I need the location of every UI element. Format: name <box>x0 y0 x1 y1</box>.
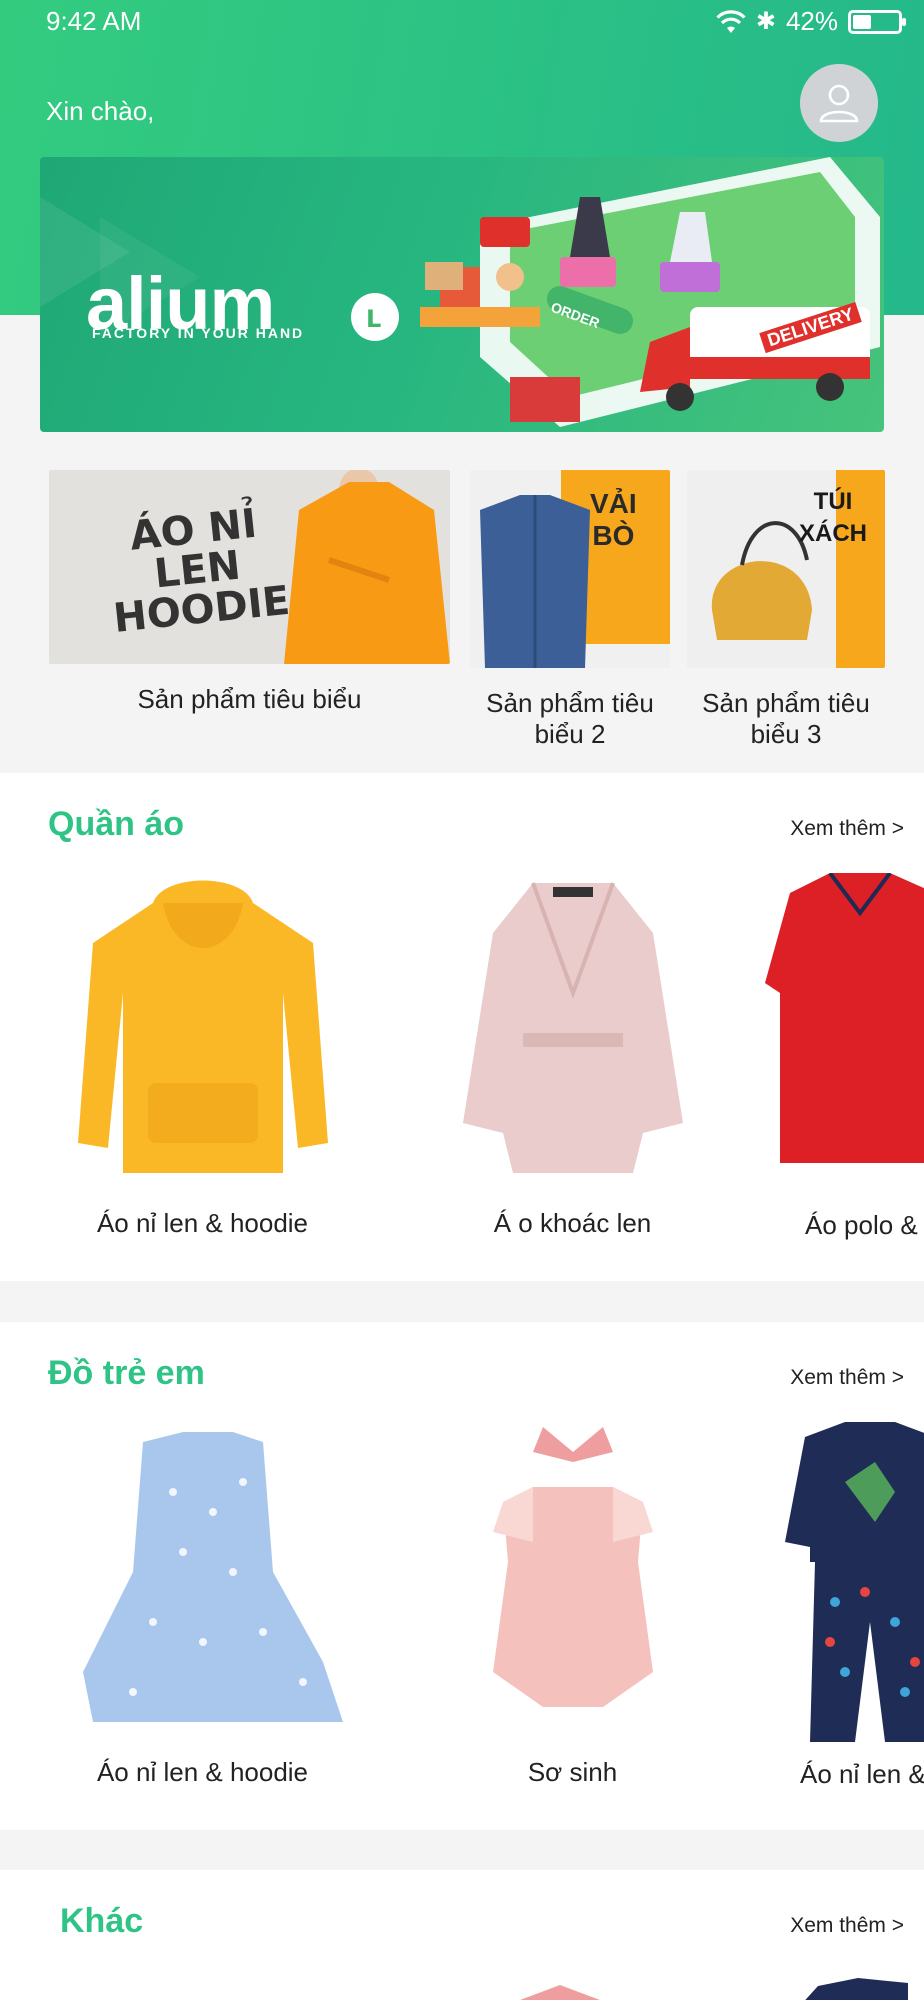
featured-title: Sản phẩm tiêu biểu 3 <box>702 688 870 749</box>
battery-icon <box>848 9 906 34</box>
see-more-link[interactable]: Xem thêm > <box>790 817 904 841</box>
kids-pajama-image <box>785 1422 924 1742</box>
featured-image-text: ÁO NỈ LEN HOODIE <box>103 501 292 642</box>
featured-card-3[interactable]: TÚI XÁCH Sản phẩm tiêu biểu 3 <box>687 470 885 750</box>
image-text-line: BÒ <box>592 520 635 551</box>
image-text-line: TÚI <box>813 488 853 515</box>
coat-image <box>462 882 683 1173</box>
featured-image-hoodie: ÁO NỈ LEN HOODIE <box>49 470 450 664</box>
wifi-icon <box>716 9 746 33</box>
product-label: Á o khoác len <box>493 1208 652 1238</box>
product-card[interactable]: Áo polo & <box>760 871 924 1273</box>
featured-image-denim: VẢI BÒ <box>470 470 670 668</box>
see-more-link[interactable]: Xem thêm > <box>790 1914 904 1938</box>
featured-image-text: VẢI BÒ <box>590 488 637 552</box>
promo-banner[interactable]: L alium FACTORY IN YOUR HAND ORDER DELIV… <box>40 157 884 432</box>
user-avatar-button[interactable] <box>800 64 878 142</box>
headband-image <box>520 1985 600 2000</box>
featured-title: Sản phẩm tiêu biểu 2 <box>486 688 654 749</box>
product-label: Áo nỉ len & <box>800 1759 924 1789</box>
denim-jacket-image <box>480 470 670 668</box>
featured-title: Sản phẩm tiêu biểu <box>137 684 362 714</box>
see-more-link[interactable]: Xem thêm > <box>790 1366 904 1390</box>
product-card[interactable]: Áo nỉ len & <box>770 1422 924 1822</box>
product-label: Áo nỉ len & hoodie <box>96 1208 309 1238</box>
featured-card-2[interactable]: VẢI BÒ Sản phẩm tiêu biểu 2 <box>470 470 670 750</box>
hoodie-image <box>77 880 328 1173</box>
greeting-text: Xin chào, <box>46 96 155 126</box>
section-other: Khác Xem thêm > <box>0 1870 924 2000</box>
section-title: Đồ trẻ em <box>48 1354 205 1392</box>
battery-level <box>853 14 871 29</box>
brand-tagline: FACTORY IN YOUR HAND <box>92 325 305 341</box>
section-title: Quần áo <box>48 805 185 843</box>
section-title: Khác <box>60 1902 144 1940</box>
product-label: Áo nỉ len & hoodie <box>96 1757 309 1787</box>
product-card[interactable]: Sơ sinh <box>430 1422 715 1822</box>
section-kids: Đồ trẻ em Xem thêm > Áo nỉ len & hoodie … <box>0 1322 924 1830</box>
featured-products: ÁO NỈ LEN HOODIE Sản phẩm tiêu biểu VẢI … <box>0 432 924 772</box>
bluetooth-icon: ✱ <box>755 8 776 35</box>
product-label: Áo polo & <box>805 1210 918 1240</box>
product-label: Sơ sinh <box>527 1757 618 1787</box>
image-text-line: XÁCH <box>798 520 867 547</box>
user-icon <box>819 84 859 123</box>
featured-image-text: TÚI XÁCH <box>783 486 883 550</box>
romper-image <box>492 1427 653 1707</box>
featured-image-bag: TÚI XÁCH <box>687 470 885 668</box>
product-card[interactable]: Á o khoác len <box>430 873 715 1273</box>
sweater-image <box>805 1978 908 2000</box>
status-icons: ✱ 42% <box>716 6 906 37</box>
battery-percent: 42% <box>785 6 838 36</box>
product-card[interactable]: Áo nỉ len & hoodie <box>60 1422 345 1822</box>
kids-dress-image <box>82 1432 343 1722</box>
status-bar: 9:42 AM ✱ 42% <box>0 0 924 42</box>
product-card[interactable]: Áo nỉ len & hoodie <box>60 873 345 1273</box>
section-clothing: Quần áo Xem thêm > Áo nỉ len & hoodie Á … <box>0 773 924 1281</box>
featured-card-1[interactable]: ÁO NỈ LEN HOODIE Sản phẩm tiêu biểu <box>49 470 450 715</box>
status-time: 9:42 AM <box>46 6 142 36</box>
image-text-line: VẢI <box>590 488 637 519</box>
svg-text:L: L <box>366 305 381 333</box>
polo-shirt-image <box>765 871 924 1163</box>
